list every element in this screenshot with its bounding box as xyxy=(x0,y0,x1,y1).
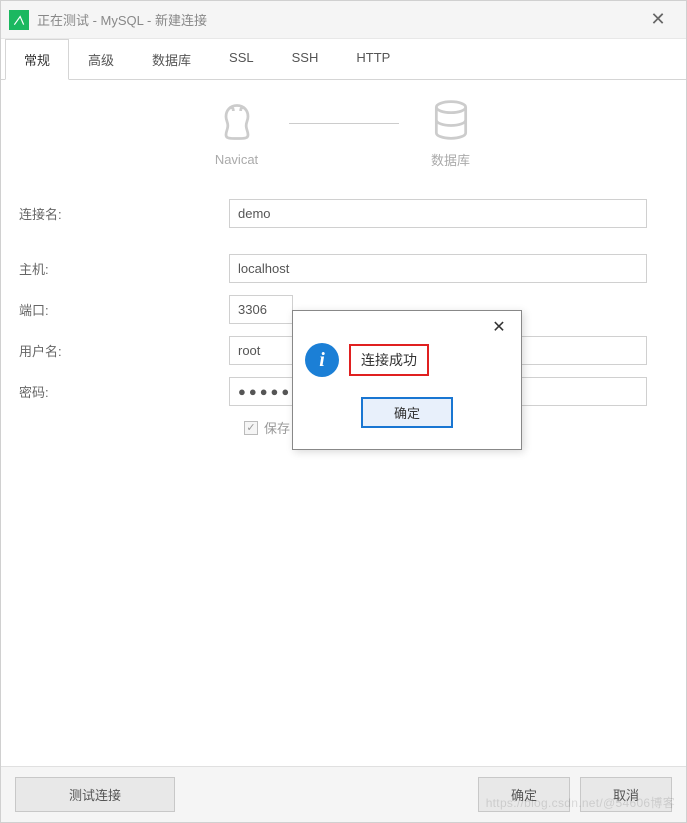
hero-right: 数据库 xyxy=(429,98,473,169)
connection-name-label: 连接名: xyxy=(19,204,229,223)
port-input[interactable] xyxy=(229,295,293,324)
result-modal: ✕ i 连接成功 确定 xyxy=(292,310,522,450)
titlebar: 正在测试 - MySQL - 新建连接 ✕ xyxy=(1,1,686,39)
save-password-label: 保存 xyxy=(264,418,290,437)
row-connection-name: 连接名: xyxy=(19,199,668,228)
tab-ssh[interactable]: SSH xyxy=(273,39,338,79)
tab-database[interactable]: 数据库 xyxy=(133,39,210,79)
port-label: 端口: xyxy=(19,300,229,319)
password-label: 密码: xyxy=(19,382,229,401)
modal-header: ✕ xyxy=(293,311,521,343)
test-connection-button[interactable]: 测试连接 xyxy=(15,777,175,812)
host-label: 主机: xyxy=(19,259,229,278)
tab-http[interactable]: HTTP xyxy=(337,39,409,79)
close-icon[interactable]: ✕ xyxy=(638,5,678,35)
tab-ssl[interactable]: SSL xyxy=(210,39,273,79)
hero-right-label: 数据库 xyxy=(431,150,470,169)
app-icon xyxy=(9,10,29,30)
navicat-icon xyxy=(215,100,259,144)
hero-left: Navicat xyxy=(215,100,259,167)
hero-left-label: Navicat xyxy=(215,152,258,167)
connection-name-input[interactable] xyxy=(229,199,647,228)
tabs: 常规 高级 数据库 SSL SSH HTTP xyxy=(1,39,686,80)
database-icon xyxy=(429,98,473,142)
tab-general[interactable]: 常规 xyxy=(5,39,69,80)
modal-body: i 连接成功 xyxy=(293,343,521,385)
info-icon: i xyxy=(305,343,339,377)
save-password-checkbox[interactable]: ✓ xyxy=(244,421,258,435)
hero-connector-line xyxy=(289,123,399,124)
modal-message: 连接成功 xyxy=(349,344,429,376)
username-label: 用户名: xyxy=(19,341,229,360)
modal-ok-button[interactable]: 确定 xyxy=(361,397,453,428)
modal-close-icon[interactable]: ✕ xyxy=(487,317,511,337)
row-host: 主机: xyxy=(19,254,668,283)
tab-advanced[interactable]: 高级 xyxy=(69,39,133,79)
watermark-text: https://blog.csdn.net/@54606博客 xyxy=(486,794,675,811)
modal-footer: 确定 xyxy=(293,385,521,428)
host-input[interactable] xyxy=(229,254,647,283)
connection-dialog: 正在测试 - MySQL - 新建连接 ✕ 常规 高级 数据库 SSL SSH … xyxy=(0,0,687,823)
hero-graphic: Navicat 数据库 xyxy=(19,98,668,169)
window-title: 正在测试 - MySQL - 新建连接 xyxy=(37,10,638,29)
